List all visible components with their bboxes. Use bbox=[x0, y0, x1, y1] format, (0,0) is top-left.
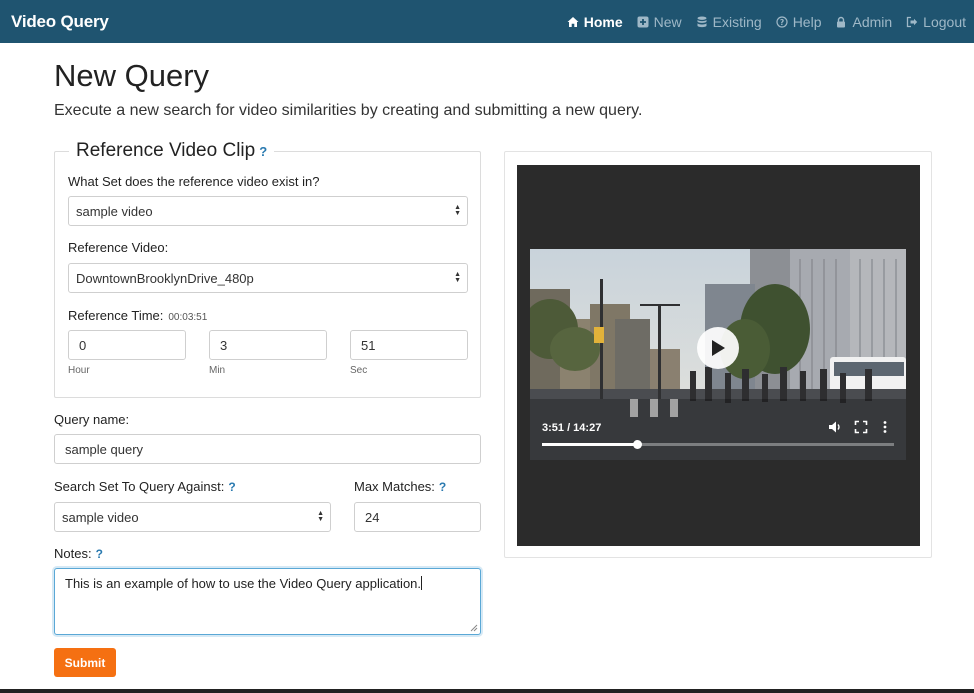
page-subtitle: Execute a new search for video similarit… bbox=[54, 102, 643, 119]
hour-input[interactable]: 0 bbox=[68, 330, 186, 360]
reference-clip-legend: Reference Video Clip? bbox=[69, 140, 275, 162]
play-icon bbox=[712, 340, 725, 356]
search-set-help-icon[interactable]: ? bbox=[228, 480, 235, 494]
reference-clip-help-icon[interactable]: ? bbox=[259, 144, 267, 159]
notes-help-icon[interactable]: ? bbox=[96, 547, 103, 561]
notes-label-text: Notes: bbox=[54, 546, 92, 561]
nav-help[interactable]: ? Help bbox=[776, 13, 822, 30]
top-navbar: Video Query Home New Existing ? Help Adm… bbox=[0, 0, 974, 43]
video-progress-knob[interactable] bbox=[633, 440, 643, 449]
search-set-label: Search Set To Query Against:? bbox=[54, 479, 236, 494]
search-set-select[interactable]: sample video ▲ ▼ bbox=[54, 502, 331, 532]
play-button[interactable] bbox=[697, 327, 739, 369]
reference-video-select[interactable]: DowntownBrooklynDrive_480p ▲ ▼ bbox=[68, 263, 468, 293]
reference-time-label-text: Reference Time: bbox=[68, 308, 164, 323]
video-player[interactable]: 3:51 / 14:27 bbox=[517, 165, 920, 546]
nav-existing-label: Existing bbox=[712, 13, 762, 30]
hour-hint: Hour bbox=[68, 365, 90, 376]
sign-out-icon bbox=[907, 16, 918, 27]
nav-admin-label: Admin bbox=[852, 13, 893, 30]
reference-time-label: Reference Time: 00:03:51 bbox=[68, 308, 207, 323]
nav-existing[interactable]: Existing bbox=[696, 14, 762, 30]
bottom-edge bbox=[0, 689, 974, 693]
max-matches-input[interactable]: 24 bbox=[354, 502, 481, 532]
resize-handle-icon[interactable] bbox=[470, 624, 478, 632]
svg-text:?: ? bbox=[780, 17, 784, 26]
max-matches-help-icon[interactable]: ? bbox=[439, 480, 446, 494]
select-arrows-icon: ▲ ▼ bbox=[454, 204, 461, 217]
database-icon bbox=[697, 16, 707, 27]
text-caret bbox=[421, 576, 423, 590]
sec-hint: Sec bbox=[350, 365, 368, 376]
nav-home[interactable]: Home bbox=[567, 14, 623, 30]
min-input[interactable]: 3 bbox=[209, 330, 327, 360]
search-set-label-text: Search Set To Query Against: bbox=[54, 479, 225, 494]
reference-clip-legend-text: Reference Video Clip bbox=[76, 140, 256, 161]
notes-text: This is an example of how to use the Vid… bbox=[65, 576, 422, 591]
submit-button[interactable]: Submit bbox=[54, 648, 116, 677]
reference-set-select[interactable]: sample video ▲ ▼ bbox=[68, 196, 468, 226]
nav-new[interactable]: New bbox=[637, 14, 682, 30]
query-name-input[interactable]: sample query bbox=[54, 434, 481, 464]
more-options-icon[interactable] bbox=[878, 420, 892, 434]
nav-logout[interactable]: Logout bbox=[906, 14, 966, 30]
plus-square-icon bbox=[637, 16, 649, 27]
reference-set-value: sample video bbox=[76, 203, 153, 219]
fullscreen-icon[interactable] bbox=[854, 420, 868, 434]
reference-video-value: DowntownBrooklynDrive_480p bbox=[76, 270, 254, 286]
reference-clip-fieldset: Reference Video Clip? What Set does the … bbox=[54, 140, 481, 398]
video-preview-panel: 3:51 / 14:27 bbox=[504, 151, 932, 558]
search-set-value: sample video bbox=[62, 509, 139, 525]
brand-logo[interactable]: Video Query bbox=[11, 12, 109, 32]
reference-set-label: What Set does the reference video exist … bbox=[68, 174, 320, 189]
nav-admin[interactable]: Admin bbox=[835, 14, 892, 30]
video-progress-bar[interactable] bbox=[542, 440, 894, 449]
lock-icon bbox=[837, 16, 846, 27]
nav-help-label: Help bbox=[792, 13, 822, 30]
home-icon bbox=[567, 16, 579, 27]
sec-input[interactable]: 51 bbox=[350, 330, 468, 360]
page-title: New Query bbox=[54, 58, 210, 93]
video-frame[interactable]: 3:51 / 14:27 bbox=[530, 249, 906, 460]
select-arrows-icon: ▲ ▼ bbox=[454, 271, 461, 284]
select-arrows-icon: ▲ ▼ bbox=[317, 510, 324, 523]
nav-home-label: Home bbox=[583, 13, 623, 30]
nav-new-label: New bbox=[653, 13, 682, 30]
video-time-display: 3:51 / 14:27 bbox=[542, 422, 602, 434]
query-name-label: Query name: bbox=[54, 412, 130, 427]
reference-time-value: 00:03:51 bbox=[168, 312, 208, 323]
notes-textarea[interactable]: This is an example of how to use the Vid… bbox=[54, 568, 481, 635]
max-matches-label: Max Matches:? bbox=[354, 479, 446, 494]
max-matches-label-text: Max Matches: bbox=[354, 479, 435, 494]
volume-icon[interactable] bbox=[828, 420, 842, 434]
video-progress-fill bbox=[542, 443, 638, 446]
question-circle-icon: ? bbox=[776, 15, 788, 28]
nav-menu: Home New Existing ? Help Admin Logout bbox=[553, 14, 966, 30]
nav-logout-label: Logout bbox=[923, 13, 966, 30]
reference-video-label: Reference Video: bbox=[68, 240, 169, 255]
notes-label: Notes:? bbox=[54, 546, 103, 561]
min-hint: Min bbox=[209, 365, 226, 376]
